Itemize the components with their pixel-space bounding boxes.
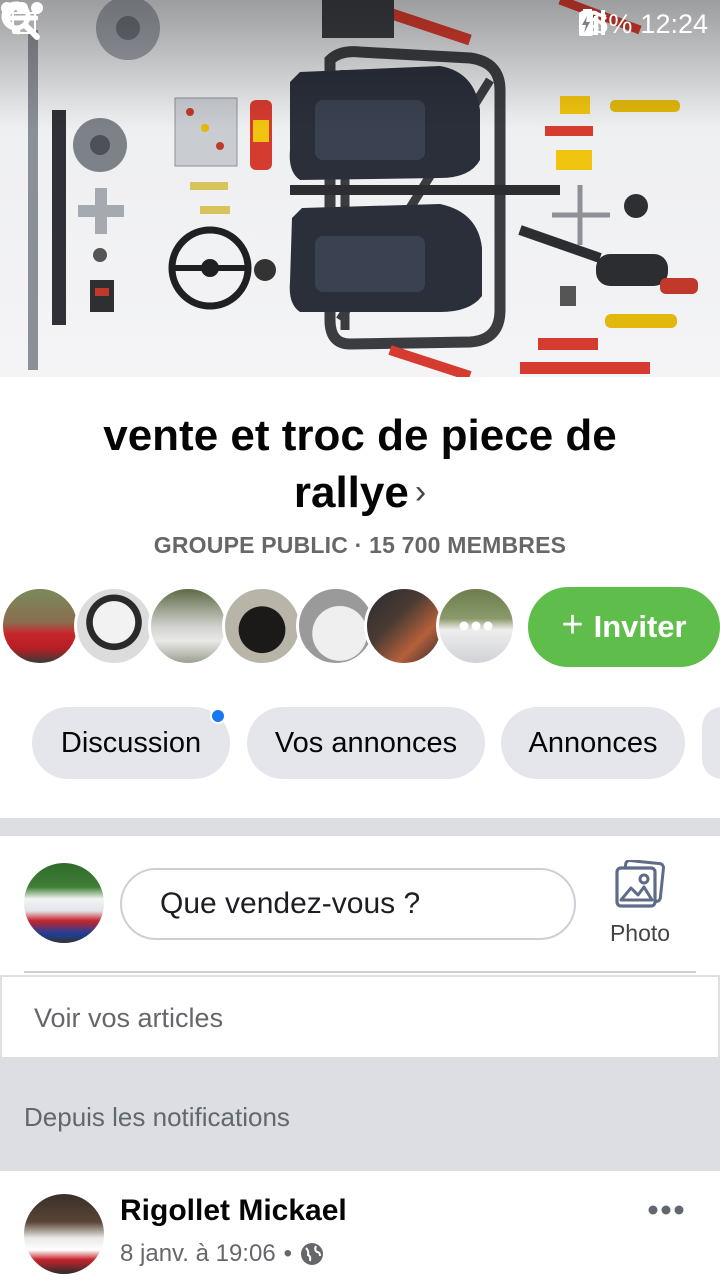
invite-label: Inviter bbox=[593, 609, 687, 644]
chevron-right-icon: › bbox=[414, 473, 427, 511]
post-more-options-icon[interactable] bbox=[648, 1204, 684, 1216]
group-privacy-members: GROUPE PUBLIC · 15 700 MEMBRES bbox=[153, 532, 567, 558]
more-members-icon bbox=[459, 621, 493, 631]
group-title[interactable]: vente et troc de piece de rallye › bbox=[60, 408, 660, 521]
photo-label: Photo bbox=[609, 920, 671, 946]
member-avatar[interactable] bbox=[74, 586, 154, 666]
group-title-text: vente et troc de piece de rallye bbox=[103, 411, 617, 517]
tab-label: Vos annonces bbox=[274, 726, 458, 759]
status-bar-right: + 85% 12:24 bbox=[578, 9, 708, 40]
post-author-avatar[interactable] bbox=[24, 1194, 104, 1274]
meta-separator: • bbox=[283, 1240, 293, 1267]
photo-button[interactable]: Photo bbox=[598, 858, 682, 958]
sell-prompt-input[interactable]: Que vendez-vous ? bbox=[120, 868, 576, 940]
cover-illustration bbox=[0, 0, 720, 377]
group-cover-photo[interactable]: + 85% 12:24 bbox=[0, 0, 720, 377]
clock: 12:24 bbox=[640, 9, 708, 39]
tab-vos-annonces[interactable]: Vos annonces bbox=[247, 707, 485, 779]
post-date[interactable]: 8 janv. à 19:06 bbox=[120, 1240, 276, 1268]
tab-label: Annonces bbox=[528, 726, 658, 759]
notification-dot bbox=[210, 708, 226, 724]
post-author-name[interactable]: Rigollet Mickael bbox=[120, 1194, 347, 1228]
invite-button[interactable]: + Inviter bbox=[528, 587, 720, 667]
post-meta: 8 janv. à 19:06 • bbox=[120, 1240, 324, 1268]
globe-icon bbox=[301, 1243, 324, 1265]
battery-charging-icon bbox=[579, 9, 594, 36]
photo-icon bbox=[615, 860, 665, 908]
member-avatar[interactable] bbox=[364, 586, 444, 666]
notifications-section-header: Depuis les notifications bbox=[0, 1059, 720, 1171]
member-avatar[interactable] bbox=[0, 586, 80, 666]
plus-icon: + bbox=[561, 604, 584, 646]
tab-more-partial[interactable] bbox=[702, 707, 720, 779]
more-options-icon[interactable] bbox=[0, 0, 44, 16]
section-divider bbox=[0, 818, 720, 836]
status-bar: + 85% 12:24 bbox=[0, 0, 720, 48]
tab-label: Discussion bbox=[60, 726, 202, 759]
composer-separator bbox=[24, 971, 696, 973]
member-avatar[interactable] bbox=[148, 586, 228, 666]
tab-annonces[interactable]: Annonces bbox=[501, 707, 685, 779]
member-avatar[interactable] bbox=[222, 586, 302, 666]
view-your-items-link[interactable]: Voir vos articles bbox=[0, 975, 720, 1059]
user-avatar[interactable] bbox=[24, 863, 104, 943]
tab-discussion[interactable]: Discussion bbox=[32, 707, 230, 779]
more-members-avatar[interactable] bbox=[436, 586, 516, 666]
